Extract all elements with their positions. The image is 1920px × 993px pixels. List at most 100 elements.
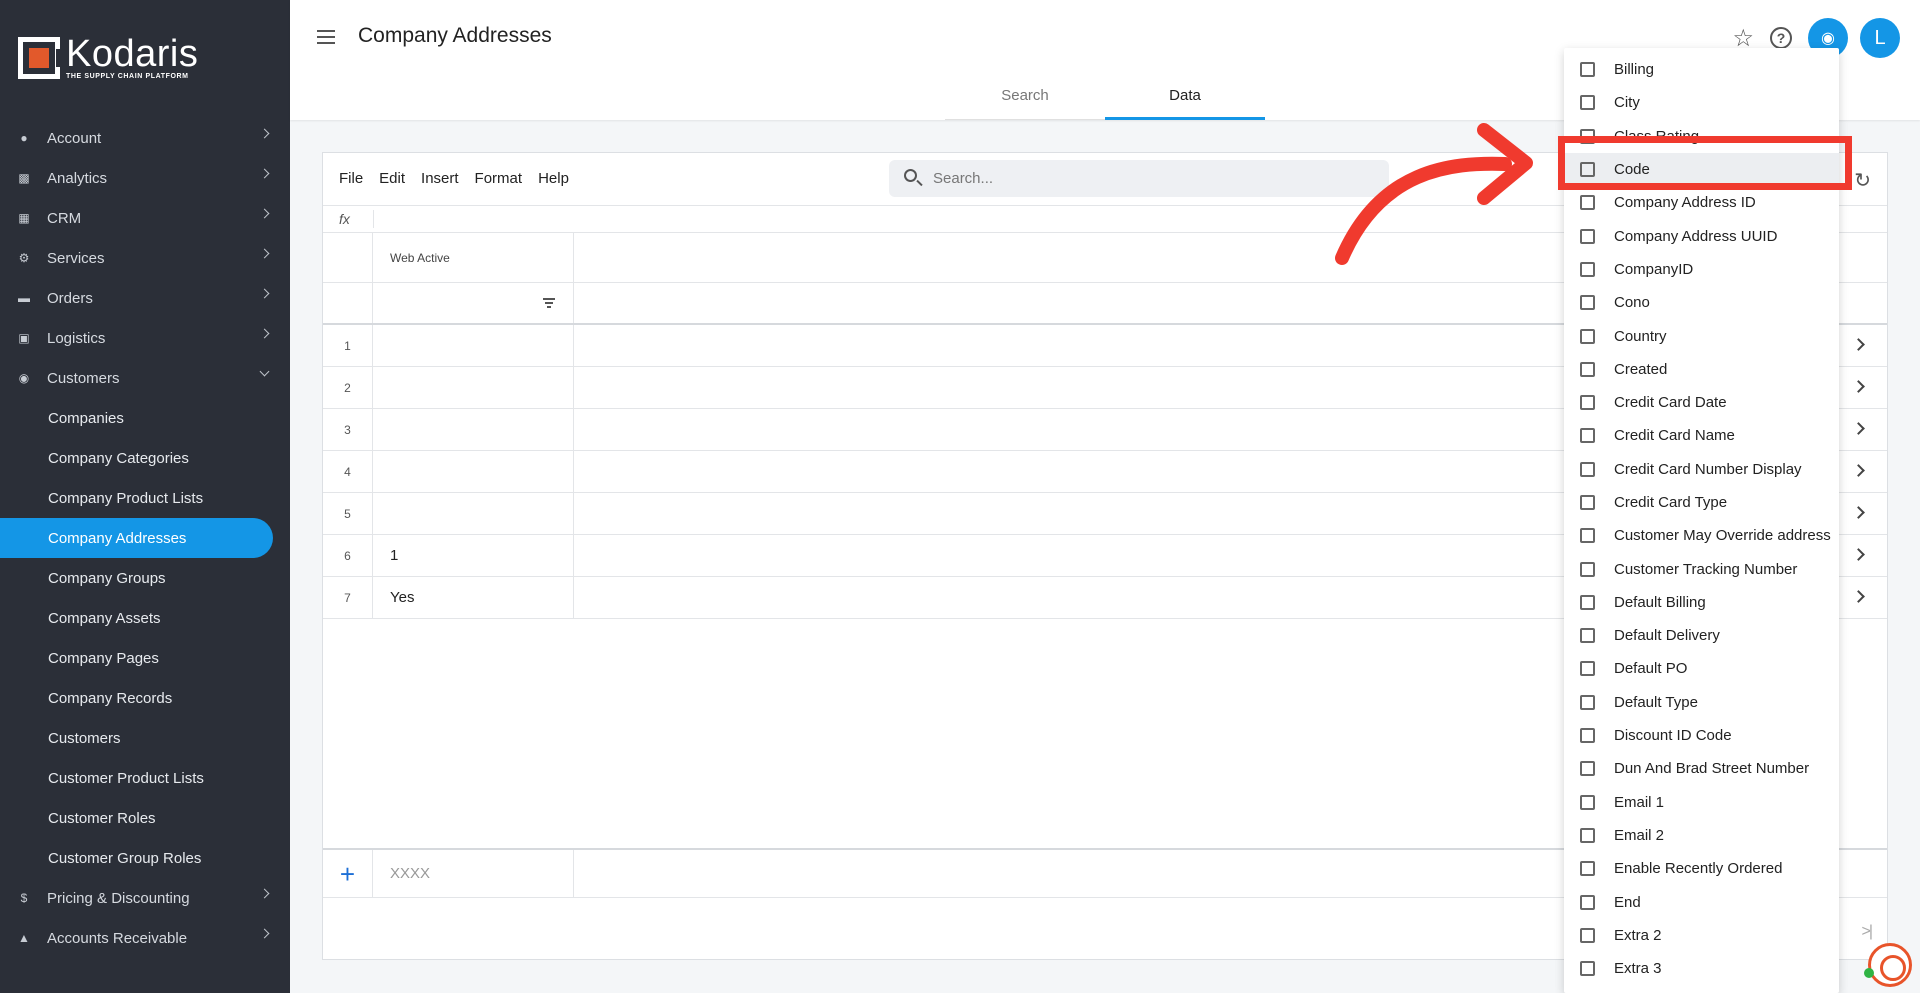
checkbox[interactable]: [1580, 761, 1595, 777]
sidebar-item-services[interactable]: ⚙ Services: [0, 238, 290, 278]
column-option[interactable]: Default Billing: [1564, 586, 1839, 619]
checkbox[interactable]: [1580, 495, 1595, 510]
column-option[interactable]: Default PO: [1564, 652, 1839, 685]
sidebar-item-analytics[interactable]: ▩ Analytics: [0, 158, 290, 198]
checkbox[interactable]: [1580, 328, 1595, 344]
menu-edit[interactable]: Edit: [379, 170, 405, 187]
checkbox[interactable]: [1580, 894, 1595, 910]
checkbox[interactable]: [1580, 228, 1595, 244]
add-row-button[interactable]: +: [323, 850, 373, 898]
column-option[interactable]: Credit Card Number Display: [1564, 453, 1839, 486]
cell-web-active[interactable]: Yes: [373, 577, 574, 618]
sidebar-subitem-company-product-lists[interactable]: Company Product Lists: [0, 478, 290, 518]
chevron-right-icon[interactable]: [1852, 464, 1865, 477]
sidebar-subitem-customer-product-lists[interactable]: Customer Product Lists: [0, 758, 290, 798]
checkbox[interactable]: [1580, 961, 1595, 977]
column-option[interactable]: Credit Card Type: [1564, 486, 1839, 519]
checkbox[interactable]: [1580, 794, 1595, 810]
chevron-right-icon[interactable]: [1852, 380, 1865, 393]
search-input[interactable]: [933, 168, 1373, 188]
checkbox[interactable]: [1580, 261, 1595, 277]
column-option[interactable]: Dun And Brad Street Number: [1564, 752, 1839, 785]
sidebar-subitem-companies[interactable]: Companies: [0, 398, 290, 438]
cell-web-active[interactable]: [373, 325, 574, 366]
checkbox[interactable]: [1580, 62, 1595, 78]
avatar[interactable]: L: [1860, 18, 1900, 58]
sidebar-subitem-company-pages[interactable]: Company Pages: [0, 638, 290, 678]
column-option[interactable]: Company Address UUID: [1564, 219, 1839, 252]
menu-insert[interactable]: Insert: [421, 170, 459, 187]
column-option[interactable]: Enable Recently Ordered: [1564, 852, 1839, 885]
column-option[interactable]: End: [1564, 885, 1839, 918]
checkbox[interactable]: [1580, 861, 1595, 877]
sidebar-subitem-company-records[interactable]: Company Records: [0, 678, 290, 718]
sidebar-subitem-company-groups[interactable]: Company Groups: [0, 558, 290, 598]
column-option[interactable]: Credit Card Name: [1564, 419, 1839, 452]
sidebar-item-orders[interactable]: ▬ Orders: [0, 278, 290, 318]
column-option[interactable]: Company Address ID: [1564, 186, 1839, 219]
checkbox[interactable]: [1580, 827, 1595, 843]
chevron-right-icon[interactable]: [1852, 506, 1865, 519]
column-option[interactable]: Country: [1564, 319, 1839, 352]
cell-web-active[interactable]: [373, 367, 574, 408]
sidebar-subitem-company-addresses[interactable]: Company Addresses: [0, 518, 273, 558]
checkbox[interactable]: [1580, 428, 1595, 444]
tab-search[interactable]: Search: [945, 80, 1105, 120]
checkbox[interactable]: [1580, 361, 1595, 377]
menu-file[interactable]: File: [339, 170, 363, 187]
refresh-icon[interactable]: ↻: [1854, 168, 1871, 193]
filter-icon[interactable]: [543, 298, 555, 310]
sidebar-item-pricing[interactable]: $ Pricing & Discounting: [0, 878, 290, 918]
cell-web-active[interactable]: [373, 493, 574, 534]
new-row-cell[interactable]: XXXX: [373, 850, 574, 897]
filter-cell[interactable]: [373, 283, 574, 323]
checkbox[interactable]: [1580, 694, 1595, 710]
column-option[interactable]: Discount ID Code: [1564, 719, 1839, 752]
sidebar-item-accounts-receivable[interactable]: ▲ Accounts Receivable: [0, 918, 290, 958]
chat-support-icon[interactable]: [1868, 943, 1912, 987]
column-option[interactable]: Default Delivery: [1564, 619, 1839, 652]
cell-web-active[interactable]: [373, 409, 574, 450]
column-option[interactable]: Default Type: [1564, 686, 1839, 719]
column-option[interactable]: Email 2: [1564, 819, 1839, 852]
checkbox[interactable]: [1580, 628, 1595, 644]
column-option[interactable]: Billing: [1564, 53, 1839, 86]
checkbox[interactable]: [1580, 461, 1595, 477]
cell-web-active[interactable]: [373, 451, 574, 492]
sidebar-subitem-company-categories[interactable]: Company Categories: [0, 438, 290, 478]
tab-data[interactable]: Data: [1105, 80, 1265, 120]
last-page-icon[interactable]: >|: [1862, 923, 1873, 941]
sidebar-subitem-customer-roles[interactable]: Customer Roles: [0, 798, 290, 838]
menu-format[interactable]: Format: [475, 170, 523, 187]
column-option[interactable]: Customer May Override address: [1564, 519, 1839, 552]
checkbox[interactable]: [1580, 561, 1595, 577]
column-option[interactable]: Customer Tracking Number: [1564, 552, 1839, 585]
chevron-right-icon[interactable]: [1852, 590, 1865, 603]
checkbox[interactable]: [1580, 295, 1595, 311]
column-option[interactable]: Email 1: [1564, 786, 1839, 819]
column-option[interactable]: City: [1564, 86, 1839, 119]
checkbox[interactable]: [1580, 95, 1595, 111]
checkbox[interactable]: [1580, 594, 1595, 610]
sidebar-subitem-customers[interactable]: Customers: [0, 718, 290, 758]
hamburger-menu-icon[interactable]: [317, 30, 335, 44]
checkbox[interactable]: [1580, 661, 1595, 677]
help-icon[interactable]: ?: [1770, 27, 1792, 49]
kodaris-logo[interactable]: Kodaris THE SUPPLY CHAIN PLATFORM: [18, 35, 198, 80]
checkbox[interactable]: [1580, 395, 1595, 411]
chevron-right-icon[interactable]: [1852, 422, 1865, 435]
sidebar-item-account[interactable]: ● Account: [0, 118, 290, 158]
column-option[interactable]: Created: [1564, 353, 1839, 386]
menu-help[interactable]: Help: [538, 170, 569, 187]
checkbox[interactable]: [1580, 728, 1595, 744]
checkbox[interactable]: [1580, 927, 1595, 943]
sidebar-item-customers[interactable]: ◉ Customers: [0, 358, 290, 398]
column-option[interactable]: Credit Card Date: [1564, 386, 1839, 419]
checkbox[interactable]: [1580, 528, 1595, 544]
cell-web-active[interactable]: 1: [373, 535, 574, 576]
column-option[interactable]: Extra 2: [1564, 919, 1839, 952]
column-option[interactable]: Extra 3: [1564, 952, 1839, 985]
chevron-right-icon[interactable]: [1852, 338, 1865, 351]
sidebar-item-logistics[interactable]: ▣ Logistics: [0, 318, 290, 358]
column-option[interactable]: CompanyID: [1564, 253, 1839, 286]
